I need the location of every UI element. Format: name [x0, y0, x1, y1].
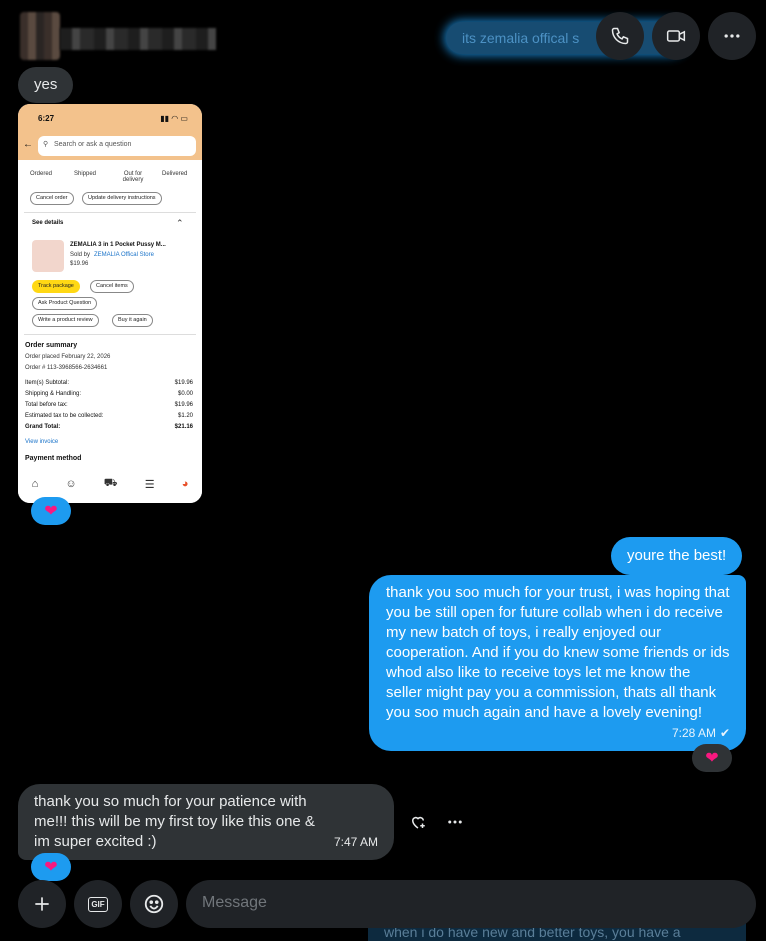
search-bar: ⚲ Search or ask a question [38, 136, 196, 156]
reaction-badge[interactable]: ❤ [692, 744, 732, 772]
sold-by-label: Sold by [70, 252, 91, 258]
add-media-button[interactable] [18, 880, 66, 928]
more-icon [448, 820, 462, 824]
view-invoice-link: View invoice [25, 439, 59, 445]
more-options-button[interactable] [708, 12, 756, 60]
message-more-button[interactable] [446, 813, 466, 833]
heart-plus-icon [411, 816, 425, 829]
step-shipped: Shipped [74, 171, 97, 177]
cancel-order-chip: Cancel order [30, 192, 74, 205]
cart-icon: ⛟ [103, 477, 118, 489]
contact-name[interactable] [60, 28, 216, 50]
emoji-icon [144, 894, 164, 914]
see-details: See details [32, 220, 64, 226]
heart-icon: ❤ [705, 750, 719, 767]
summary-row: Grand Total: $21.16 [25, 424, 193, 430]
message-text: thank you soo much for your trust, i was… [386, 584, 730, 721]
track-package-chip: Track package [32, 280, 80, 293]
message-bubble-outgoing[interactable]: thank you soo much for your trust, i was… [369, 575, 746, 751]
status-icons: ▮▮ ◠ ▭ [160, 114, 188, 123]
search-icon: ⚲ [43, 141, 49, 148]
order-summary-title: Order summary [25, 342, 78, 349]
message-placeholder: Message [202, 894, 267, 911]
step-delivered: Delivered [162, 171, 188, 177]
back-arrow-icon: ← [23, 139, 33, 150]
account-icon: ☺ [65, 478, 77, 490]
message-text: youre the best! [627, 547, 727, 564]
message-timestamp: 7:28 AM [671, 726, 716, 740]
step-out-for-delivery: Out for delivery [122, 171, 144, 183]
reaction-badge[interactable]: ❤ [31, 497, 71, 525]
ask-question-chip: Ask Product Question [32, 297, 98, 310]
summary-row: Estimated tax to be collected: $1.20 [25, 413, 193, 419]
summary-row: Item(s) Subtotal: $19.96 [25, 380, 193, 386]
add-reaction-button[interactable] [409, 813, 429, 833]
avatar[interactable] [20, 12, 60, 60]
screenshot-image[interactable]: 6:27 ▮▮ ◠ ▭ ← ⚲ Search or ask a question… [18, 104, 202, 503]
gif-icon: GIF [88, 896, 108, 912]
step-ordered: Ordered [30, 171, 53, 177]
update-delivery-chip: Update delivery instructions [82, 192, 162, 205]
video-call-button[interactable] [652, 12, 700, 60]
gif-button[interactable]: GIF [74, 880, 122, 928]
video-icon [666, 30, 686, 42]
assistant-icon: ◕ [181, 478, 189, 490]
payment-method-title: Payment method [25, 455, 82, 462]
cancel-items-chip: Cancel items [90, 280, 134, 293]
read-check-icon: ✔ [719, 726, 730, 740]
product-price: $19.96 [70, 261, 89, 267]
home-icon: ⌂ [31, 478, 39, 490]
message-text: yes [34, 76, 58, 93]
message-bubble-outgoing[interactable]: youre the best! [611, 537, 743, 575]
plus-icon [35, 897, 49, 911]
order-placed: Order placed February 22, 2026 [25, 354, 111, 360]
status-time: 6:27 [38, 114, 55, 123]
summary-row: Shipping & Handling: $0.00 [25, 391, 193, 397]
write-review-chip: Write a product review [32, 314, 99, 327]
summary-row: Total before tax: $19.96 [25, 402, 193, 408]
search-placeholder: Search or ask a question [54, 141, 132, 148]
heart-icon: ❤ [44, 859, 58, 876]
reaction-badge[interactable]: ❤ [31, 853, 71, 881]
message-bubble-incoming[interactable]: thank you so much for your patience with… [18, 784, 394, 860]
message-text: thank you so much for your patience with… [34, 793, 315, 850]
chevron-up-icon: ⌃ [176, 218, 184, 228]
menu-icon: ☰ [144, 478, 155, 491]
message-preview: its zemalia offical s [446, 22, 686, 54]
product-thumbnail [32, 240, 64, 272]
call-button[interactable] [596, 12, 644, 60]
heart-icon: ❤ [44, 503, 58, 520]
message-input[interactable]: Message [186, 880, 756, 928]
emoji-button[interactable] [130, 880, 178, 928]
phone-icon [611, 27, 629, 45]
product-title: ZEMALIA 3 in 1 Pocket Pussy M... [70, 242, 166, 248]
order-number: Order # 113-3968566-2634661 [25, 365, 108, 371]
message-timestamp: 7:47 AM [333, 835, 378, 849]
buy-again-chip: Buy it again [112, 314, 153, 327]
message-bubble-incoming[interactable]: yes [18, 67, 74, 103]
seller-name: ZEMALIA Offical Store [94, 252, 154, 258]
more-icon [724, 34, 740, 38]
conversation-header: its zemalia offical s [0, 0, 766, 66]
